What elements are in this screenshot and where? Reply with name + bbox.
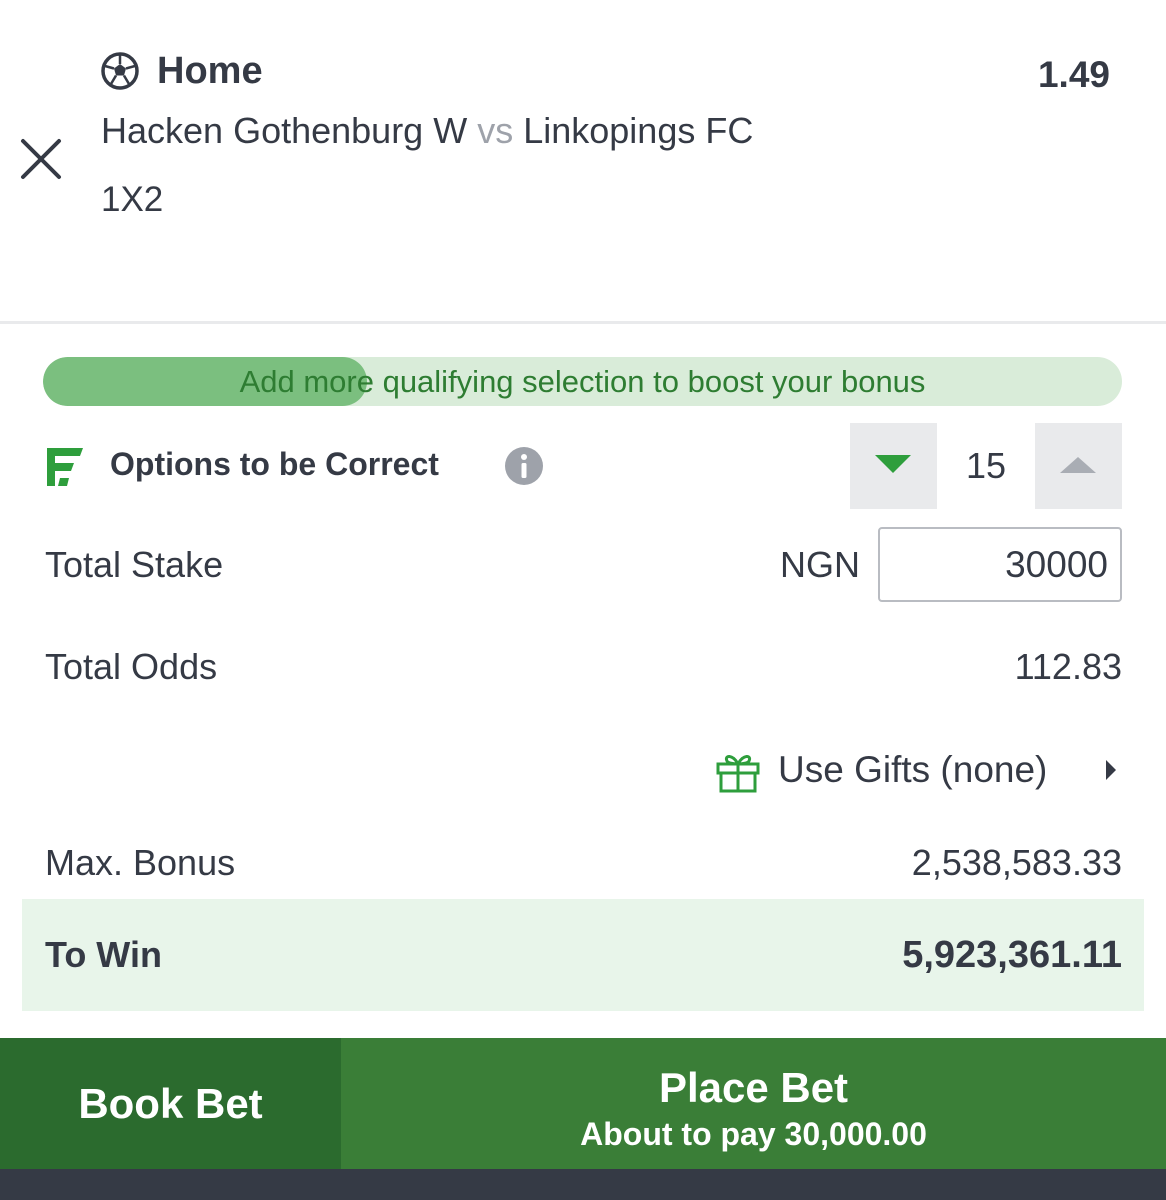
vs-separator: vs <box>477 110 514 151</box>
flexibet-logo-icon <box>47 448 83 486</box>
remove-selection-button[interactable] <box>18 136 64 182</box>
soccer-ball-icon <box>101 52 139 90</box>
place-bet-label: Place Bet <box>658 1064 849 1111</box>
to-win-panel: To Win 5,923,361.11 <box>22 899 1144 1011</box>
gift-icon[interactable] <box>715 751 761 793</box>
total-odds-label: Total Odds <box>45 646 218 687</box>
total-odds-value: 112.83 <box>1014 646 1122 687</box>
bottom-bar <box>0 1169 1166 1200</box>
place-bet-button[interactable]: Place Bet About to pay 30,000.00 <box>341 1038 1166 1169</box>
options-label: Options to be Correct <box>110 446 439 482</box>
close-icon[interactable] <box>18 136 64 182</box>
bonus-progress-bar: Add more qualifying selection to boost y… <box>43 357 1122 406</box>
use-gifts-link[interactable]: Use Gifts (none) <box>778 749 1047 791</box>
to-win-label: To Win <box>45 934 162 975</box>
options-decrement-button[interactable] <box>850 423 937 509</box>
stake-input[interactable] <box>878 527 1122 602</box>
max-bonus-value: 2,538,583.33 <box>911 842 1122 883</box>
selection-odds: 1.49 <box>1037 54 1110 95</box>
market-name: 1X2 <box>101 180 164 219</box>
chevron-right-icon[interactable] <box>1104 758 1118 782</box>
divider <box>0 321 1166 324</box>
selection-pick: Home <box>157 50 263 92</box>
total-stake-label: Total Stake <box>45 544 224 585</box>
options-increment-button[interactable] <box>1035 423 1122 509</box>
caret-down-icon <box>875 455 911 473</box>
to-win-value: 5,923,361.11 <box>902 934 1122 976</box>
max-bonus-label: Max. Bonus <box>45 842 236 883</box>
currency-label: NGN <box>780 544 860 585</box>
options-value: 15 <box>965 445 1007 486</box>
info-icon[interactable] <box>504 446 544 486</box>
away-team: Linkopings FC <box>523 110 754 151</box>
match-name: Hacken Gothenburg W vs Linkopings FC <box>101 110 753 152</box>
bonus-progress-message: Add more qualifying selection to boost y… <box>239 364 926 399</box>
home-team: Hacken Gothenburg W <box>101 110 468 151</box>
book-bet-button[interactable]: Book Bet <box>0 1038 341 1169</box>
place-bet-amount: About to pay 30,000.00 <box>580 1116 927 1152</box>
selection-card: Home 1.49 Hacken Gothenburg W vs Linkopi… <box>0 0 1166 322</box>
caret-up-icon <box>1060 457 1096 473</box>
